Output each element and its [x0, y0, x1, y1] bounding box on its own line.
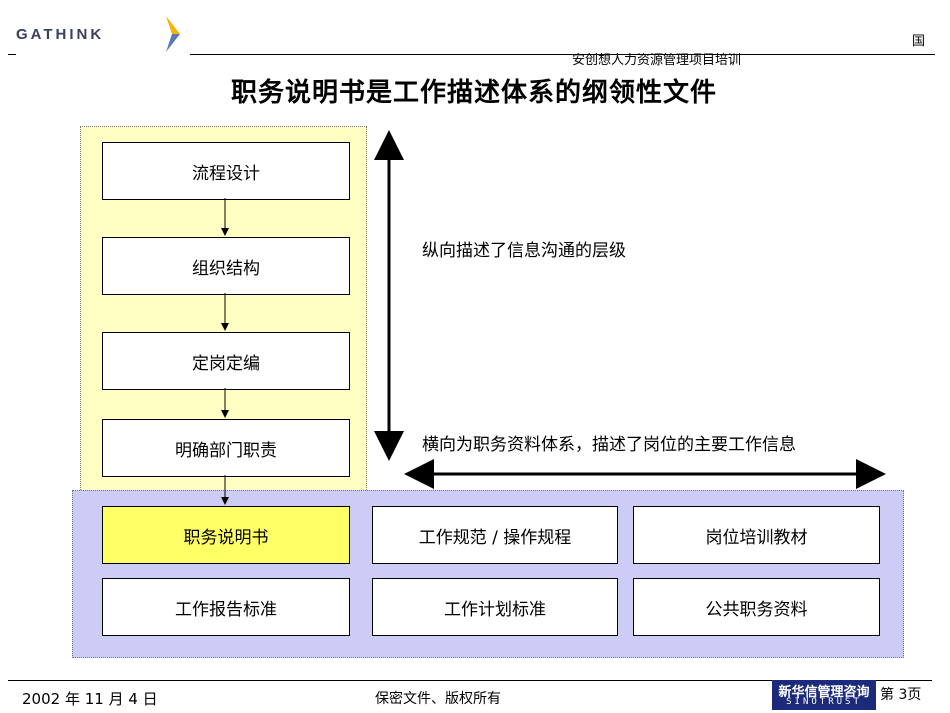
brand-name-en: SINOTRUST: [786, 697, 862, 707]
brand-logo: 新华信管理咨询 SINOTRUST: [772, 680, 876, 710]
footer-date: 2002 年 11 月 4 日: [22, 690, 158, 708]
footer-confidential: 保密文件、版权所有: [375, 691, 501, 707]
connector-layer: [221, 130, 886, 505]
horizontal-annotation: 横向为职务资料体系，描述了岗位的主要工作信息: [422, 435, 796, 455]
vertical-annotation: 纵向描述了信息沟通的层级: [422, 241, 626, 261]
page-number: 第 3页: [880, 687, 922, 703]
